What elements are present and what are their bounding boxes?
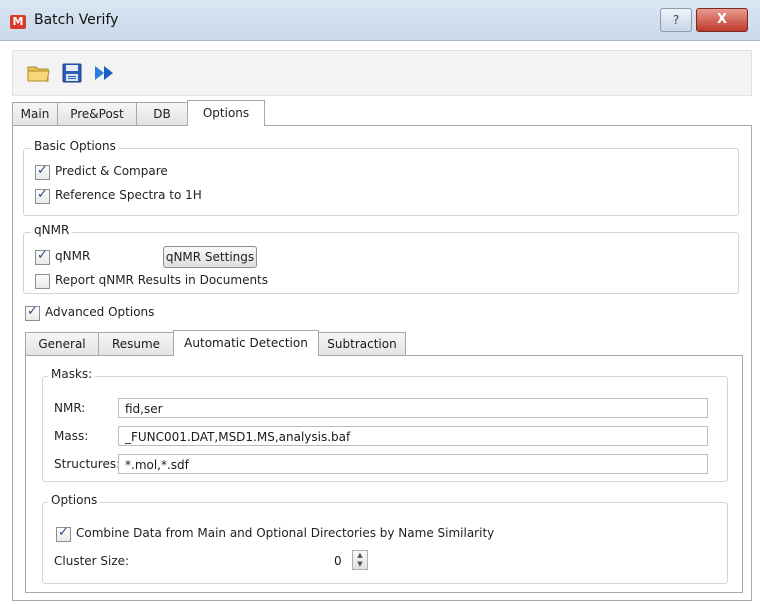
run-forward-icon[interactable] (93, 63, 117, 83)
structures-label: Structures: (54, 457, 121, 471)
structures-mask-input[interactable]: *.mol,*.sdf (118, 454, 708, 474)
predict-compare-label: Predict & Compare (55, 164, 168, 178)
reference-spectra-label: Reference Spectra to 1H (55, 188, 202, 202)
nmr-mask-input[interactable]: fid,ser (118, 398, 708, 418)
spin-down-icon[interactable]: ▼ (353, 560, 367, 569)
app-logo-icon: M (10, 15, 26, 29)
basic-options-title: Basic Options (31, 139, 119, 153)
tab-general[interactable]: General (25, 332, 99, 355)
report-qnmr-checkbox[interactable] (35, 274, 50, 289)
nmr-label: NMR: (54, 401, 86, 415)
basic-options-group (23, 148, 739, 216)
mass-mask-input[interactable]: _FUNC001.DAT,MSD1.MS,analysis.baf (118, 426, 708, 446)
tab-subtraction[interactable]: Subtraction (318, 332, 406, 355)
tab-db[interactable]: DB (136, 102, 188, 125)
masks-title: Masks: (48, 367, 96, 381)
window-title: Batch Verify (34, 12, 119, 28)
tab-main[interactable]: Main (12, 102, 58, 125)
advanced-options-label: Advanced Options (45, 305, 155, 319)
help-button[interactable]: ? (660, 8, 692, 32)
tab-automatic-detection[interactable]: Automatic Detection (173, 330, 319, 356)
mass-label: Mass: (54, 429, 89, 443)
detection-options-group (42, 502, 728, 584)
options-panel: Basic Options Predict & Compare Referenc… (12, 125, 752, 601)
qnmr-checkbox[interactable] (35, 248, 50, 265)
tab-resume[interactable]: Resume (98, 332, 174, 355)
save-icon[interactable] (61, 63, 85, 83)
tab-options[interactable]: Options (187, 100, 265, 126)
close-button[interactable]: X (696, 8, 748, 32)
combine-data-checkbox[interactable] (56, 525, 71, 542)
combine-data-label: Combine Data from Main and Optional Dire… (76, 526, 495, 540)
spin-up-icon[interactable]: ▲ (353, 551, 367, 560)
toolbar (12, 50, 752, 96)
cluster-size-spinner[interactable]: ▲ ▼ (352, 550, 368, 570)
qnmr-label: qNMR (55, 249, 91, 263)
folder-open-icon[interactable] (27, 63, 51, 83)
predict-compare-checkbox[interactable] (35, 163, 50, 180)
cluster-size-value[interactable]: 0 (334, 554, 342, 568)
advanced-options-checkbox[interactable] (25, 304, 40, 321)
detection-options-title: Options (48, 493, 101, 507)
qnmr-settings-button[interactable]: qNMR Settings (163, 246, 257, 268)
title-bar: M Batch Verify ? X (0, 0, 760, 41)
report-qnmr-label: Report qNMR Results in Documents (55, 273, 269, 287)
qnmr-group-title: qNMR (31, 223, 73, 237)
reference-spectra-checkbox[interactable] (35, 187, 50, 204)
tab-pre-post[interactable]: Pre&Post (57, 102, 137, 125)
cluster-size-label: Cluster Size: (54, 554, 130, 568)
automatic-detection-panel: Masks: NMR: fid,ser Mass: _FUNC001.DAT,M… (25, 355, 743, 593)
